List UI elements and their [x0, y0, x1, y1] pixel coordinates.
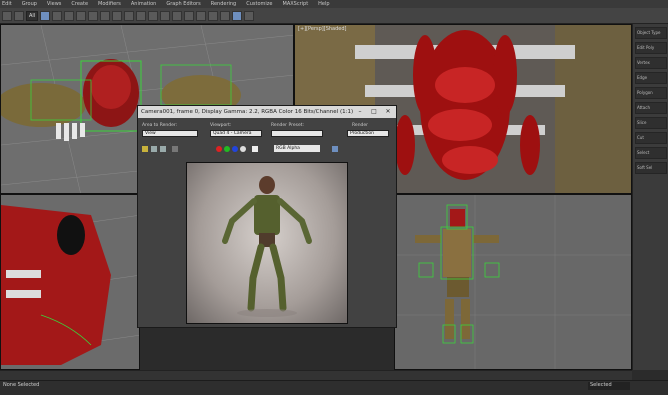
bottom-left-scene — [1, 205, 139, 365]
mono-icon[interactable] — [252, 146, 258, 152]
menu-edit[interactable]: Edit — [2, 1, 12, 7]
area-to-render-label: Area to Render: — [142, 123, 178, 128]
renderer-dropdown[interactable]: Production — [347, 130, 389, 137]
rect-selection-icon[interactable] — [64, 10, 75, 21]
cmd-item[interactable]: Select — [635, 147, 667, 159]
redo-icon[interactable] — [14, 10, 24, 21]
frame-window-title: Camera001, frame 0, Display Gamma: 2.2, … — [141, 109, 354, 115]
move-icon[interactable] — [76, 10, 87, 21]
undo-icon[interactable] — [2, 10, 12, 21]
viewport-label[interactable]: [+][Persp][Shaded] — [298, 26, 346, 32]
percent-snap-icon[interactable] — [136, 10, 147, 21]
area-to-render-dropdown[interactable]: View — [142, 130, 198, 137]
clear-icon[interactable] — [172, 146, 178, 152]
menu-graph-editors[interactable]: Graph Editors — [166, 1, 200, 7]
menu-help[interactable]: Help — [318, 1, 329, 7]
schematic-icon[interactable] — [196, 10, 207, 21]
status-bar: None Selected Selected — [0, 380, 668, 395]
command-panel: Object Type Edit Poly Vertex Edge Polygo… — [632, 24, 668, 370]
maximize-button[interactable]: □ — [370, 108, 378, 116]
renderer-label: Render — [352, 123, 369, 128]
menu-views[interactable]: Views — [47, 1, 61, 7]
menu-rendering[interactable]: Rendering — [211, 1, 237, 7]
snap-icon[interactable] — [112, 10, 123, 21]
menu-modifiers[interactable]: Modifiers — [98, 1, 121, 7]
rendered-frame-icon[interactable] — [232, 10, 243, 21]
cmd-item[interactable]: Edit Poly — [635, 42, 667, 54]
selected-dropdown[interactable]: Selected — [588, 382, 630, 390]
frame-toolbar: RGB Alpha — [142, 145, 392, 154]
cmd-item[interactable]: Soft Sel — [635, 162, 667, 174]
green-channel-icon[interactable] — [224, 146, 230, 152]
rendered-robot — [222, 176, 312, 317]
select-by-name-icon[interactable] — [52, 10, 63, 21]
layer-icon[interactable] — [172, 10, 183, 21]
cmd-item[interactable]: Attach — [635, 102, 667, 114]
menu-animation[interactable]: Animation — [131, 1, 157, 7]
viewport-bottom-left[interactable] — [0, 194, 140, 370]
menu-group[interactable]: Group — [22, 1, 37, 7]
scale-icon[interactable] — [100, 10, 111, 21]
menu-maxscript[interactable]: MAXScript — [283, 1, 309, 7]
cmd-item[interactable]: Edge — [635, 72, 667, 84]
menu-bar: Edit Group Views Create Modifiers Animat… — [0, 0, 668, 8]
viewport-dropdown-label: Viewport: — [210, 123, 232, 128]
viewport-dropdown[interactable]: Quad 4 - Camera — [210, 130, 262, 137]
rotate-icon[interactable] — [88, 10, 99, 21]
material-editor-icon[interactable] — [208, 10, 219, 21]
channel-dropdown[interactable]: RGB Alpha — [274, 145, 320, 152]
close-button[interactable]: ✕ — [384, 108, 392, 116]
render-icon[interactable] — [244, 10, 255, 21]
save-icon[interactable] — [142, 146, 148, 152]
selection-status: None Selected — [3, 382, 40, 388]
render-preset-label: Render Preset: — [271, 123, 304, 128]
cmd-item[interactable]: Object Type — [635, 27, 667, 39]
cmd-item[interactable]: Slice — [635, 117, 667, 129]
mirror-icon[interactable] — [148, 10, 159, 21]
selection-filter-dropdown[interactable]: All — [26, 10, 39, 21]
toggle-ui-icon[interactable] — [332, 146, 338, 152]
render-setup-icon[interactable] — [220, 10, 231, 21]
render-preset-dropdown[interactable] — [271, 130, 323, 137]
angle-snap-icon[interactable] — [124, 10, 135, 21]
red-channel-icon[interactable] — [216, 146, 222, 152]
copy-icon[interactable] — [151, 146, 157, 152]
cmd-item[interactable]: Polygon — [635, 87, 667, 99]
curve-editor-icon[interactable] — [184, 10, 195, 21]
rendered-frame-window: Camera001, frame 0, Display Gamma: 2.2, … — [137, 105, 397, 328]
blue-channel-icon[interactable] — [232, 146, 238, 152]
bottom-right-scene — [395, 195, 631, 369]
select-object-icon[interactable] — [40, 10, 51, 21]
cmd-item[interactable]: Vertex — [635, 57, 667, 69]
minimize-button[interactable]: – — [356, 108, 364, 116]
cmd-item[interactable]: Cut — [635, 132, 667, 144]
align-icon[interactable] — [160, 10, 171, 21]
render-canvas — [186, 162, 348, 324]
clone-icon[interactable] — [160, 146, 166, 152]
viewport-bottom-right[interactable] — [394, 194, 632, 370]
menu-create[interactable]: Create — [71, 1, 88, 7]
main-toolbar: All — [0, 8, 668, 24]
menu-customize[interactable]: Customize — [246, 1, 272, 7]
alpha-channel-icon[interactable] — [240, 146, 246, 152]
